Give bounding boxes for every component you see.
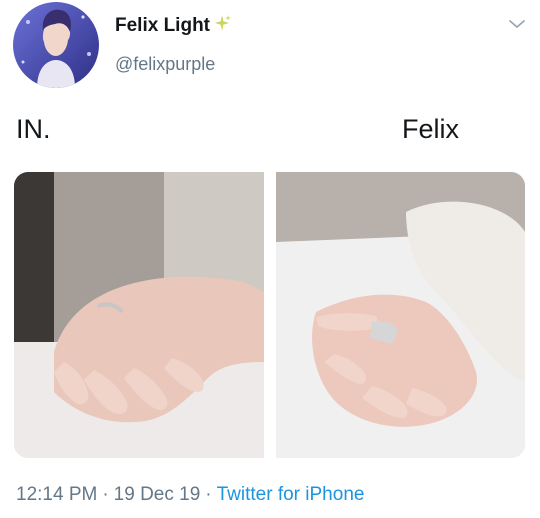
tweet-time[interactable]: 12:14 PM: [16, 484, 97, 505]
user-handle[interactable]: @felixpurple: [115, 54, 215, 75]
meta-separator: ·: [205, 484, 212, 505]
tweet-source-link[interactable]: Twitter for iPhone: [217, 484, 365, 505]
right-label: Felix: [402, 114, 460, 144]
chevron-down-icon[interactable]: [506, 16, 528, 32]
photo-right-hand[interactable]: [276, 172, 525, 458]
tweet-date[interactable]: 19 Dec 19: [114, 484, 201, 505]
photo-left-hand[interactable]: [14, 172, 264, 458]
meta-separator: ·: [102, 484, 109, 505]
left-label: IN.: [16, 114, 51, 144]
sparkles-icon: [213, 14, 231, 38]
display-name-text: Felix Light: [115, 15, 210, 36]
tweet-meta: 12:14 PM · 19 Dec 19 · Twitter for iPhone: [16, 484, 364, 506]
display-name[interactable]: Felix Light: [115, 14, 231, 38]
avatar[interactable]: [13, 2, 99, 88]
